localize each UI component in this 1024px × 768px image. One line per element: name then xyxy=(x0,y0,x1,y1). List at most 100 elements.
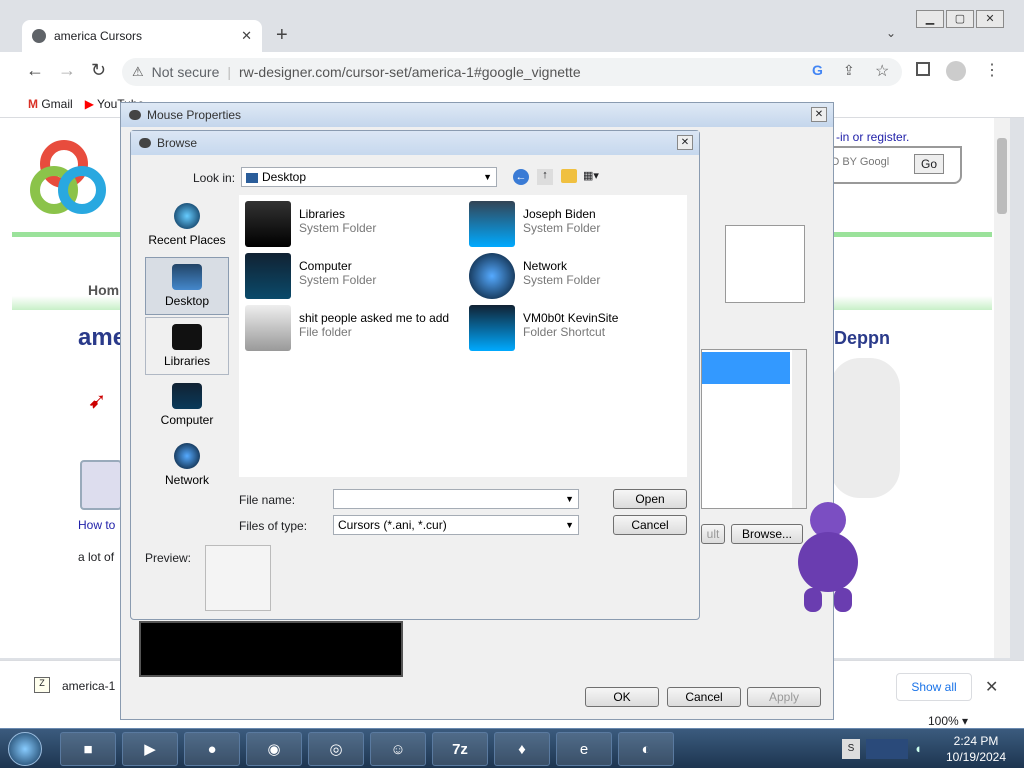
file-type-dropdown-icon: ▼ xyxy=(565,520,574,530)
place-network[interactable]: Network xyxy=(145,437,229,495)
address-bar[interactable]: ⚠ Not secure | rw-designer.com/cursor-se… xyxy=(122,58,902,86)
preview-box xyxy=(205,545,271,611)
open-button[interactable]: Open xyxy=(613,489,687,509)
desktop-icon xyxy=(172,264,202,290)
back-icon[interactable]: ← xyxy=(26,60,44,81)
taskbar-firefox-icon[interactable]: ◉ xyxy=(246,732,302,766)
taskbar-bonzi-icon[interactable]: ♦ xyxy=(494,732,550,766)
taskbar-messenger-icon[interactable]: ☺ xyxy=(370,732,426,766)
bookmark-gmail[interactable]: M Gmail xyxy=(28,97,73,111)
youtube-icon: ▶ xyxy=(84,96,94,111)
close-window-button[interactable]: ✕ xyxy=(976,10,1004,28)
place-recent-places[interactable]: Recent Places xyxy=(145,197,229,255)
zoom-level: 100% ▾ xyxy=(928,714,969,728)
warning-icon: ⚠ xyxy=(132,64,144,79)
start-button[interactable] xyxy=(8,732,42,766)
profile-icon[interactable] xyxy=(946,61,966,81)
place-desktop[interactable]: Desktop xyxy=(145,257,229,315)
page-scrollbar[interactable] xyxy=(994,118,1010,658)
howto-link[interactable]: How to xyxy=(78,518,115,532)
forward-icon[interactable]: → xyxy=(58,60,76,81)
search-go-button[interactable]: Go xyxy=(914,154,944,174)
minimize-button[interactable]: ▁ xyxy=(916,10,944,28)
clock[interactable]: 2:24 PM 10/19/2024 xyxy=(938,733,1014,765)
share-icon[interactable]: ⇪ xyxy=(843,62,855,79)
close-download-bar-icon[interactable]: ✕ xyxy=(985,677,998,697)
show-all-button[interactable]: Show all xyxy=(896,673,972,701)
browse-cancel-button[interactable]: Cancel xyxy=(613,515,687,535)
look-in-select[interactable]: Desktop ▼ xyxy=(241,167,497,187)
scroll-thumb[interactable] xyxy=(997,138,1007,214)
recent-places-icon xyxy=(174,203,200,229)
cursor-list-scrollbar[interactable] xyxy=(792,350,806,508)
file-name-input[interactable]: ▼ xyxy=(333,489,579,509)
zip-file-icon: Z xyxy=(34,677,50,693)
menu-icon[interactable]: ⋮ xyxy=(984,60,1000,80)
google-lens-icon[interactable]: G xyxy=(812,62,823,78)
up-folder-icon[interactable]: ↑ xyxy=(537,169,553,185)
taskbar-ie-icon[interactable]: e xyxy=(556,732,612,766)
chevron-down-icon: ▼ xyxy=(483,172,492,182)
taskbar-explorer-icon[interactable]: ■ xyxy=(60,732,116,766)
file-type-select[interactable]: Cursors (*.ani, *.cur) ▼ xyxy=(333,515,579,535)
download-filename[interactable]: america-1 xyxy=(62,679,115,693)
tab-search-icon[interactable]: ⌄ xyxy=(886,26,896,40)
cursor-list-selected-row[interactable] xyxy=(702,352,790,384)
tray-s-icon[interactable]: S xyxy=(842,739,860,759)
url-text: rw-designer.com/cursor-set/america-1#goo… xyxy=(239,64,581,80)
signin-area: -in or register. xyxy=(836,130,910,144)
file-item-libraries[interactable]: Libraries System Folder xyxy=(245,201,465,247)
ok-button[interactable]: OK xyxy=(585,687,659,707)
alotof-text: a lot of xyxy=(78,550,115,564)
mouse-icon xyxy=(129,110,141,120)
page-heading: ame xyxy=(78,324,127,351)
portrait-image xyxy=(830,358,900,498)
browser-tab[interactable]: america Cursors ✕ xyxy=(22,20,262,52)
file-item-computer[interactable]: Computer System Folder xyxy=(245,253,465,299)
taskbar-mouse-icon[interactable]: ◐ xyxy=(618,732,674,766)
computer-folder-icon xyxy=(245,253,291,299)
register-link[interactable]: register. xyxy=(867,130,910,144)
mouse-properties-titlebar: Mouse Properties xyxy=(121,103,833,127)
use-default-button[interactable]: ult xyxy=(701,524,725,544)
globe-icon xyxy=(32,29,46,43)
place-computer[interactable]: Computer xyxy=(145,377,229,435)
cancel-button[interactable]: Cancel xyxy=(667,687,741,707)
preview-label: Preview: xyxy=(145,551,192,565)
side-panel-icon[interactable] xyxy=(916,62,930,76)
tray-network-icon[interactable] xyxy=(866,739,908,759)
view-menu-icon[interactable]: ▦▾ xyxy=(583,169,607,185)
home-link[interactable]: Hom xyxy=(88,282,119,298)
place-libraries[interactable]: Libraries xyxy=(145,317,229,375)
floppy-icon xyxy=(80,460,122,510)
apply-button[interactable]: Apply xyxy=(747,687,821,707)
new-tab-icon[interactable]: + xyxy=(276,24,288,47)
tray-volume-icon[interactable]: ◖ xyxy=(914,741,922,756)
browse-title: Browse xyxy=(157,136,198,150)
back-arrow-icon[interactable]: ← xyxy=(513,169,529,185)
close-tab-icon[interactable]: ✕ xyxy=(241,28,252,44)
window-controls: ▁ ▢ ✕ xyxy=(916,10,1004,28)
new-folder-icon[interactable] xyxy=(561,169,577,183)
browse-dialog: Browse ✕ Look in: Desktop ▼ ← ↑ ▦▾ Recen… xyxy=(130,130,700,620)
libraries-folder-icon xyxy=(245,201,291,247)
file-item-people-folder[interactable]: shit people asked me to add File folder xyxy=(245,305,465,351)
taskbar-globe-icon[interactable]: ● xyxy=(184,732,240,766)
cursor-list[interactable] xyxy=(701,349,807,509)
taskbar: ■ ▶ ● ◉ ◎ ☺ 7z ♦ e ◐ S ◖ 2:24 PM 10/19/2… xyxy=(0,728,1024,768)
taskbar-7zip-icon[interactable]: 7z xyxy=(432,732,488,766)
file-item-kevinsite[interactable]: VM0b0t KevinSite Folder Shortcut xyxy=(469,305,689,351)
maximize-button[interactable]: ▢ xyxy=(946,10,974,28)
file-name-dropdown-icon[interactable]: ▼ xyxy=(565,490,574,508)
mouse-properties-close-icon[interactable]: ✕ xyxy=(811,107,827,122)
reload-icon[interactable]: ↻ xyxy=(91,60,106,81)
bonzi-buddy-image[interactable] xyxy=(790,502,866,614)
site-logo xyxy=(30,140,110,216)
file-item-network[interactable]: Network System Folder xyxy=(469,253,689,299)
cursor-preview-icon: ➹ xyxy=(88,388,107,413)
star-icon[interactable]: ☆ xyxy=(875,61,889,81)
browse-close-icon[interactable]: ✕ xyxy=(677,135,693,150)
taskbar-media-icon[interactable]: ▶ xyxy=(122,732,178,766)
taskbar-chrome-icon[interactable]: ◎ xyxy=(308,732,364,766)
file-item-joseph-biden[interactable]: Joseph Biden System Folder xyxy=(469,201,689,247)
